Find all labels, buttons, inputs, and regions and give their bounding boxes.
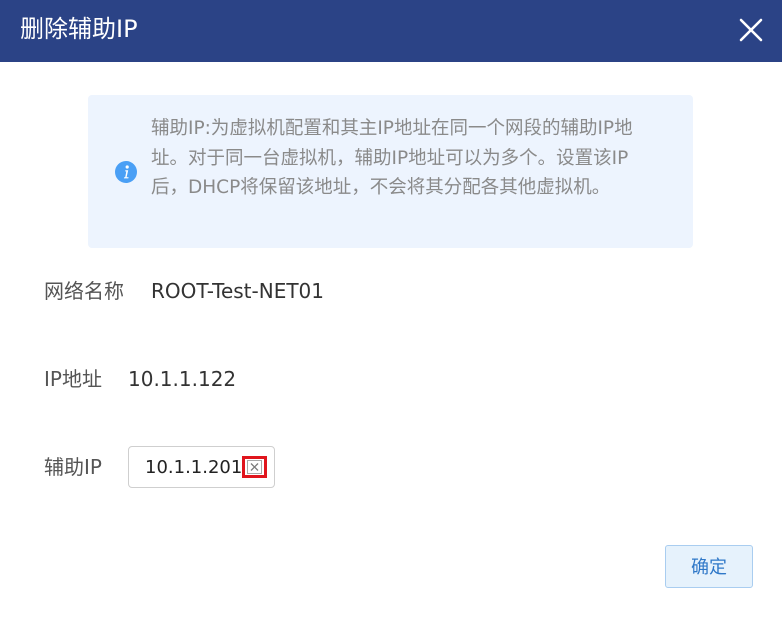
close-icon xyxy=(739,18,763,42)
secondary-ip-chip: 10.1.1.201 xyxy=(128,446,275,488)
dialog-title: 删除辅助IP xyxy=(20,15,138,43)
close-button[interactable] xyxy=(732,12,770,50)
network-name-label: 网络名称 xyxy=(44,279,124,303)
remove-secondary-ip-button[interactable] xyxy=(242,456,267,478)
secondary-ip-value: 10.1.1.201 xyxy=(145,457,243,478)
secondary-ip-label: 辅助IP xyxy=(44,455,102,479)
dialog-titlebar: 删除辅助IP xyxy=(0,0,782,62)
delete-secondary-ip-dialog: 删除辅助IP 辅助IP:为虚拟机配置和其主IP地址在同一个网段的辅助IP地址。对… xyxy=(0,0,782,620)
ip-address-label: IP地址 xyxy=(44,367,102,391)
remove-icon xyxy=(247,460,262,474)
info-icon xyxy=(115,161,137,183)
info-notice: 辅助IP:为虚拟机配置和其主IP地址在同一个网段的辅助IP地址。对于同一台虚拟机… xyxy=(88,95,693,248)
confirm-button[interactable]: 确定 xyxy=(665,545,753,588)
info-text: 辅助IP:为虚拟机配置和其主IP地址在同一个网段的辅助IP地址。对于同一台虚拟机… xyxy=(151,118,633,198)
ip-address-value: 10.1.1.122 xyxy=(128,367,237,391)
network-name-value: ROOT-Test-NET01 xyxy=(151,279,325,303)
